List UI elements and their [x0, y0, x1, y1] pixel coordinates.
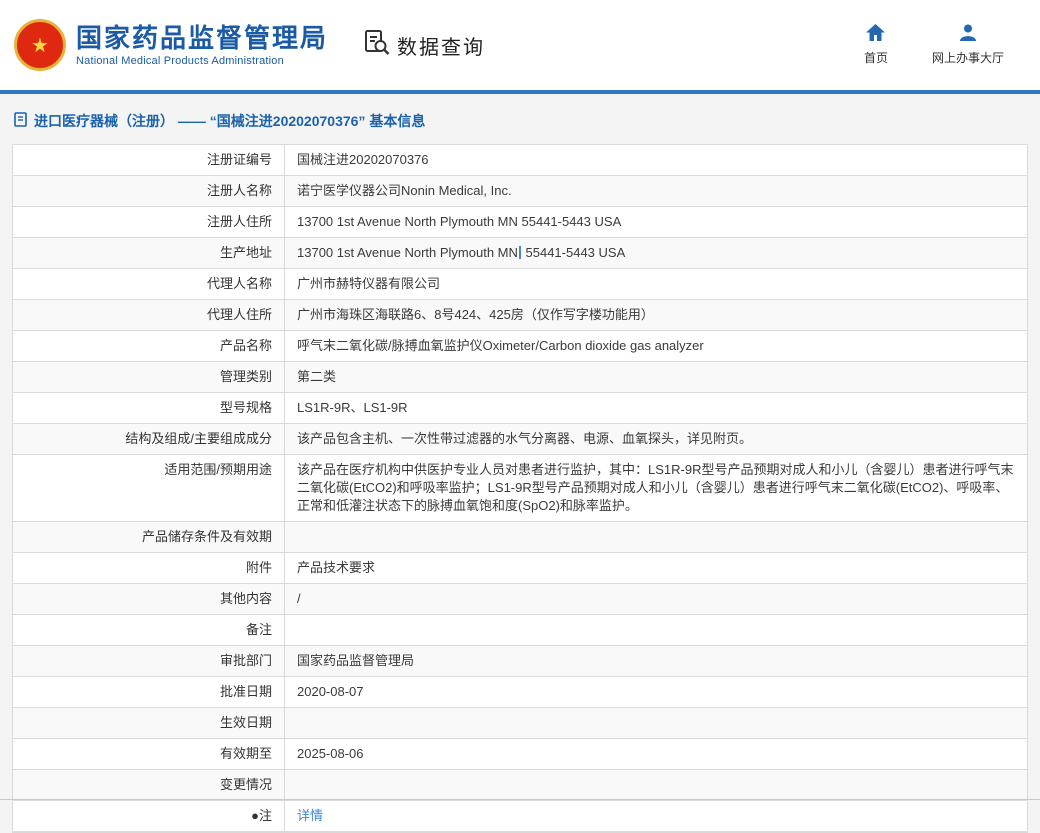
document-icon	[14, 112, 27, 130]
person-icon	[959, 24, 977, 44]
table-row: 注册证编号国械注进20202070376	[13, 145, 1027, 176]
table-row: 其他内容/	[13, 584, 1027, 615]
table-row: 型号规格LS1R-9R、LS1-9R	[13, 393, 1027, 424]
row-value: 2025-08-06	[285, 739, 1027, 769]
org-name-cn: 国家药品监督管理局	[76, 23, 328, 53]
row-value: 国械注进20202070376	[285, 145, 1027, 175]
table-row: 生产地址13700 1st Avenue North Plymouth MN 5…	[13, 238, 1027, 269]
detail-link[interactable]: 详情	[297, 808, 323, 823]
brand: ★ 国家药品监督管理局 National Medical Products Ad…	[14, 19, 328, 71]
row-value	[285, 522, 1027, 552]
national-emblem-logo: ★	[14, 19, 66, 71]
nav-home[interactable]: 首页	[864, 24, 888, 66]
breadcrumb: 进口医疗器械（注册） —— “国械注进20202070376” 基本信息	[0, 94, 1040, 144]
table-row: 注册人名称诺宁医学仪器公司Nonin Medical, Inc.	[13, 176, 1027, 207]
row-value: 国家药品监督管理局	[285, 646, 1027, 676]
org-titles: 国家药品监督管理局 National Medical Products Admi…	[76, 23, 328, 67]
table-row: ●注详情	[13, 801, 1027, 832]
table-row: 代理人名称广州市赫特仪器有限公司	[13, 269, 1027, 300]
row-value: 广州市赫特仪器有限公司	[285, 269, 1027, 299]
data-query-label: 数据查询	[397, 31, 485, 60]
row-value: 诺宁医学仪器公司Nonin Medical, Inc.	[285, 176, 1027, 206]
table-row: 附件产品技术要求	[13, 553, 1027, 584]
row-label: 审批部门	[13, 646, 285, 676]
row-value: 2020-08-07	[285, 677, 1027, 707]
row-label: 产品储存条件及有效期	[13, 522, 285, 552]
row-label: ●注	[13, 801, 285, 831]
top-nav: 首页 网上办事大厅	[864, 24, 1004, 66]
row-label: 其他内容	[13, 584, 285, 614]
row-value: 详情	[285, 801, 1027, 831]
row-label: 附件	[13, 553, 285, 583]
table-row: 备注	[13, 615, 1027, 646]
row-label: 代理人名称	[13, 269, 285, 299]
row-value: 第二类	[285, 362, 1027, 392]
row-value: 该产品在医疗机构中供医护专业人员对患者进行监护，其中：LS1R-9R型号产品预期…	[285, 455, 1027, 521]
row-value: /	[285, 584, 1027, 614]
nav-service-hall[interactable]: 网上办事大厅	[932, 24, 1004, 66]
row-value: 13700 1st Avenue North Plymouth MN 55441…	[285, 207, 1027, 237]
row-value	[285, 615, 1027, 645]
table-row: 生效日期	[13, 708, 1027, 739]
row-label: 注册人住所	[13, 207, 285, 237]
row-label: 备注	[13, 615, 285, 645]
table-row: 管理类别第二类	[13, 362, 1027, 393]
row-label: 型号规格	[13, 393, 285, 423]
table-row: 变更情况	[13, 770, 1027, 801]
table-row: 适用范围/预期用途该产品在医疗机构中供医护专业人员对患者进行监护，其中：LS1R…	[13, 455, 1027, 522]
row-value: 产品技术要求	[285, 553, 1027, 583]
row-label: 变更情况	[13, 770, 285, 800]
row-label: 管理类别	[13, 362, 285, 392]
footer-divider	[0, 799, 1040, 800]
table-row: 产品储存条件及有效期	[13, 522, 1027, 553]
row-value: 广州市海珠区海联路6、8号424、425房（仅作写字楼功能用）	[285, 300, 1027, 330]
row-label: 适用范围/预期用途	[13, 455, 285, 521]
value-text: 55441-5443 USA	[522, 245, 625, 260]
nav-home-label: 首页	[864, 49, 888, 66]
row-value: LS1R-9R、LS1-9R	[285, 393, 1027, 423]
info-table: 注册证编号国械注进20202070376注册人名称诺宁医学仪器公司Nonin M…	[12, 144, 1028, 833]
page-header: ★ 国家药品监督管理局 National Medical Products Ad…	[0, 0, 1040, 90]
home-icon	[866, 24, 885, 44]
value-text: 13700 1st Avenue North Plymouth MN	[297, 245, 518, 260]
row-label: 批准日期	[13, 677, 285, 707]
table-row: 注册人住所13700 1st Avenue North Plymouth MN …	[13, 207, 1027, 238]
row-value	[285, 770, 1027, 800]
row-label: 注册证编号	[13, 145, 285, 175]
row-value: 该产品包含主机、一次性带过滤器的水气分离器、电源、血氧探头，详见附页。	[285, 424, 1027, 454]
row-label: 生产地址	[13, 238, 285, 268]
row-label: 注册人名称	[13, 176, 285, 206]
data-query-section: 数据查询	[364, 29, 485, 61]
table-row: 批准日期2020-08-07	[13, 677, 1027, 708]
row-label: 有效期至	[13, 739, 285, 769]
row-label: 产品名称	[13, 331, 285, 361]
row-label: 代理人住所	[13, 300, 285, 330]
text-cursor	[519, 246, 521, 259]
org-name-en: National Medical Products Administration	[76, 55, 328, 67]
table-row: 产品名称呼气末二氧化碳/脉搏血氧监护仪Oximeter/Carbon dioxi…	[13, 331, 1027, 362]
table-row: 代理人住所广州市海珠区海联路6、8号424、425房（仅作写字楼功能用）	[13, 300, 1027, 331]
row-value	[285, 708, 1027, 738]
row-label: 生效日期	[13, 708, 285, 738]
row-value: 呼气末二氧化碳/脉搏血氧监护仪Oximeter/Carbon dioxide g…	[285, 331, 1027, 361]
row-label: 结构及组成/主要组成成分	[13, 424, 285, 454]
document-search-icon	[364, 29, 390, 61]
table-row: 有效期至2025-08-06	[13, 739, 1027, 770]
table-row: 结构及组成/主要组成成分该产品包含主机、一次性带过滤器的水气分离器、电源、血氧探…	[13, 424, 1027, 455]
table-row: 审批部门国家药品监督管理局	[13, 646, 1027, 677]
row-value: 13700 1st Avenue North Plymouth MN 55441…	[285, 238, 1027, 268]
nav-service-hall-label: 网上办事大厅	[932, 49, 1004, 66]
breadcrumb-text: 进口医疗器械（注册） —— “国械注进20202070376” 基本信息	[34, 111, 425, 131]
